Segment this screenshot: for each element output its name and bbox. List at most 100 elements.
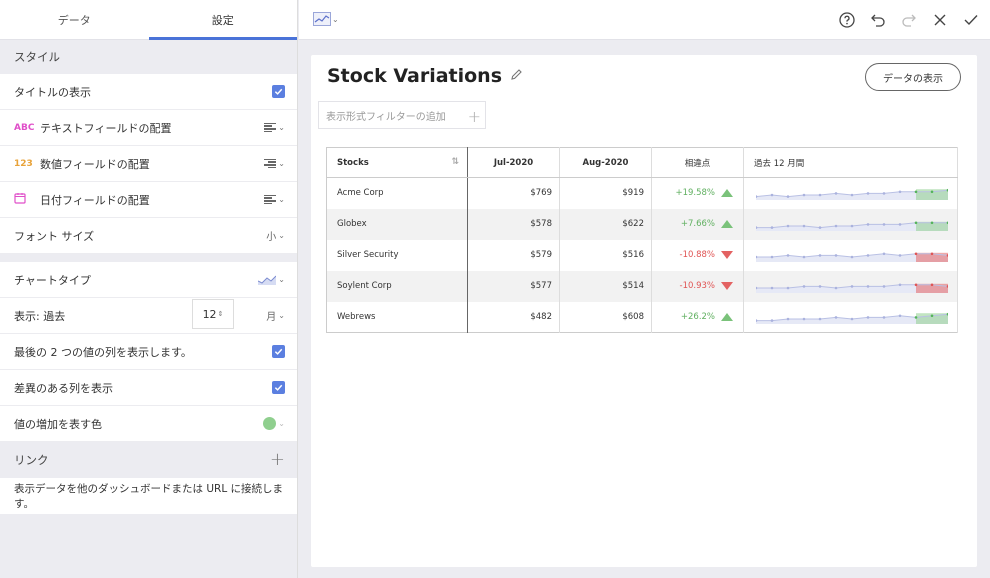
tab-settings[interactable]: 設定 — [148, 0, 298, 40]
undo-icon[interactable] — [868, 10, 887, 29]
number-field-icon: 123 — [14, 158, 33, 169]
font-size-value: 小 — [266, 232, 277, 243]
add-link-icon[interactable]: + — [270, 451, 285, 469]
show-title-checkbox[interactable] — [272, 85, 285, 98]
jul-value: $579 — [467, 239, 560, 271]
calendar-icon — [14, 192, 40, 207]
past-count-stepper[interactable]: 12 ⇕ — [192, 299, 234, 329]
arrow-up-icon — [721, 312, 733, 321]
font-size-row[interactable]: フォント サイズ 小 ⌄ — [0, 218, 297, 254]
table-row[interactable]: Acme Corp $769 $919 +19.58% — [326, 177, 958, 209]
stock-name: Webrews — [326, 301, 468, 333]
text-align-dropdown[interactable]: ⌄ — [264, 122, 285, 133]
sparkline-chart — [756, 312, 948, 324]
style-section-title: スタイル — [14, 50, 60, 64]
chevron-down-icon: ⌄ — [278, 195, 285, 204]
increase-color-row[interactable]: 値の増加を表す色 ⌄ — [0, 406, 297, 442]
aug-value: $919 — [559, 177, 652, 209]
jul-value: $577 — [467, 270, 560, 302]
diff-col-row[interactable]: 差異のある列を表示 — [0, 370, 297, 406]
settings-panel: データ 設定 スタイル タイトルの表示 ABC テキストフィールドの配置 ⌄ 1… — [0, 0, 298, 578]
diff-col-label: 差異のある列を表示 — [14, 381, 113, 395]
last-two-label: 最後の 2 つの値の列を表示します。 — [14, 345, 192, 359]
delta-cell: +19.58% — [651, 177, 744, 209]
delta-value: +19.58% — [675, 188, 715, 199]
align-left-icon — [264, 194, 277, 205]
sparkline-cell — [743, 177, 958, 209]
edit-pencil-icon[interactable] — [510, 68, 523, 84]
align-right-icon — [264, 158, 277, 169]
chevron-down-icon: ⌄ — [278, 311, 285, 320]
table-row[interactable]: Soylent Corp $577 $514 -10.93% — [326, 270, 958, 302]
delta-cell: +26.2% — [651, 301, 744, 333]
link-section: リンク + — [0, 442, 297, 478]
show-past-row: 表示: 過去 12 ⇕ 月 ⌄ — [0, 298, 297, 334]
delta-value: +26.2% — [680, 311, 715, 322]
past-unit-value: 月 — [266, 312, 277, 323]
add-filter-icon[interactable]: + — [468, 107, 481, 126]
add-filter-input[interactable]: 表示形式フィルターの追加 + — [318, 101, 486, 129]
top-toolbar: ⌄ — [299, 0, 990, 40]
show-title-label: タイトルの表示 — [14, 85, 91, 99]
visualization-title[interactable]: Stock Variations — [327, 65, 502, 87]
column-header-aug[interactable]: Aug-2020 — [559, 147, 652, 178]
aug-value: $608 — [559, 301, 652, 333]
increase-color-picker[interactable]: ⌄ — [263, 417, 285, 430]
table-row[interactable]: Webrews $482 $608 +26.2% — [326, 301, 958, 333]
sparkline-chart — [756, 221, 948, 231]
table-header-row: Stocks ⇅ Jul-2020 Aug-2020 相違点 過去 12 月間 — [326, 147, 958, 178]
link-description: 表示データを他のダッシュボードまたは URL に接続します。 — [0, 478, 297, 514]
stock-name: Acme Corp — [326, 177, 468, 209]
close-icon[interactable] — [930, 10, 949, 29]
column-header-stocks[interactable]: Stocks ⇅ — [326, 147, 468, 178]
chart-type-row[interactable]: チャートタイプ ⌄ — [0, 262, 297, 298]
delta-cell: -10.93% — [651, 270, 744, 302]
arrow-up-icon — [721, 189, 733, 198]
last-two-row[interactable]: 最後の 2 つの値の列を表示します。 — [0, 334, 297, 370]
aug-value: $622 — [559, 208, 652, 240]
date-align-row[interactable]: 日付フィールドの配置 ⌄ — [0, 182, 297, 218]
past-unit-dropdown[interactable]: 月 ⌄ — [266, 308, 285, 323]
stocks-table: Stocks ⇅ Jul-2020 Aug-2020 相違点 過去 12 月間 A… — [326, 147, 958, 333]
column-header-spark[interactable]: 過去 12 月間 — [743, 147, 958, 178]
stock-name: Globex — [326, 208, 468, 240]
delta-value: +7.66% — [680, 219, 715, 229]
date-align-dropdown[interactable]: ⌄ — [264, 194, 285, 205]
visualization-type-button[interactable]: ⌄ — [313, 12, 339, 26]
chevron-down-icon: ⌄ — [278, 159, 285, 168]
last-two-checkbox[interactable] — [272, 345, 285, 358]
jul-value: $578 — [467, 208, 560, 240]
arrow-up-icon — [721, 220, 733, 228]
show-title-row[interactable]: タイトルの表示 — [0, 74, 297, 110]
check-icon[interactable] — [961, 10, 980, 29]
num-align-label: 数値フィールドの配置 — [40, 157, 150, 171]
stock-name: Silver Security — [326, 239, 468, 271]
chevron-down-icon: ⌄ — [278, 275, 285, 284]
text-align-label: テキストフィールドの配置 — [40, 121, 172, 135]
tab-data[interactable]: データ — [0, 0, 149, 39]
sparkline-cell — [743, 208, 958, 240]
table-row[interactable]: Silver Security $579 $516 -10.88% — [326, 239, 958, 271]
redo-icon[interactable] — [899, 10, 918, 29]
sparkline-chart — [756, 252, 948, 262]
column-header-jul[interactable]: Jul-2020 — [467, 147, 560, 178]
table-row[interactable]: Globex $578 $622 +7.66% — [326, 208, 958, 240]
jul-value: $482 — [467, 301, 560, 333]
help-icon[interactable] — [837, 10, 856, 29]
link-section-title: リンク — [14, 453, 49, 467]
sort-icon[interactable]: ⇅ — [451, 157, 459, 167]
sparkline-chart-icon — [313, 12, 331, 26]
text-align-row[interactable]: ABC テキストフィールドの配置 ⌄ — [0, 110, 297, 146]
font-size-dropdown[interactable]: 小 ⌄ — [266, 228, 285, 243]
panel-tabs: データ 設定 — [0, 0, 297, 40]
text-field-icon: ABC — [14, 122, 35, 133]
num-align-row[interactable]: 123 数値フィールドの配置 ⌄ — [0, 146, 297, 182]
diff-col-checkbox[interactable] — [272, 381, 285, 394]
view-data-button[interactable]: データの表示 — [865, 63, 961, 91]
sparkline-chart — [756, 283, 948, 293]
chart-type-dropdown[interactable]: ⌄ — [258, 275, 285, 285]
delta-value: -10.93% — [679, 281, 715, 291]
chevron-down-icon: ⌄ — [278, 123, 285, 132]
column-header-delta[interactable]: 相違点 — [651, 147, 744, 178]
num-align-dropdown[interactable]: ⌄ — [264, 158, 285, 169]
